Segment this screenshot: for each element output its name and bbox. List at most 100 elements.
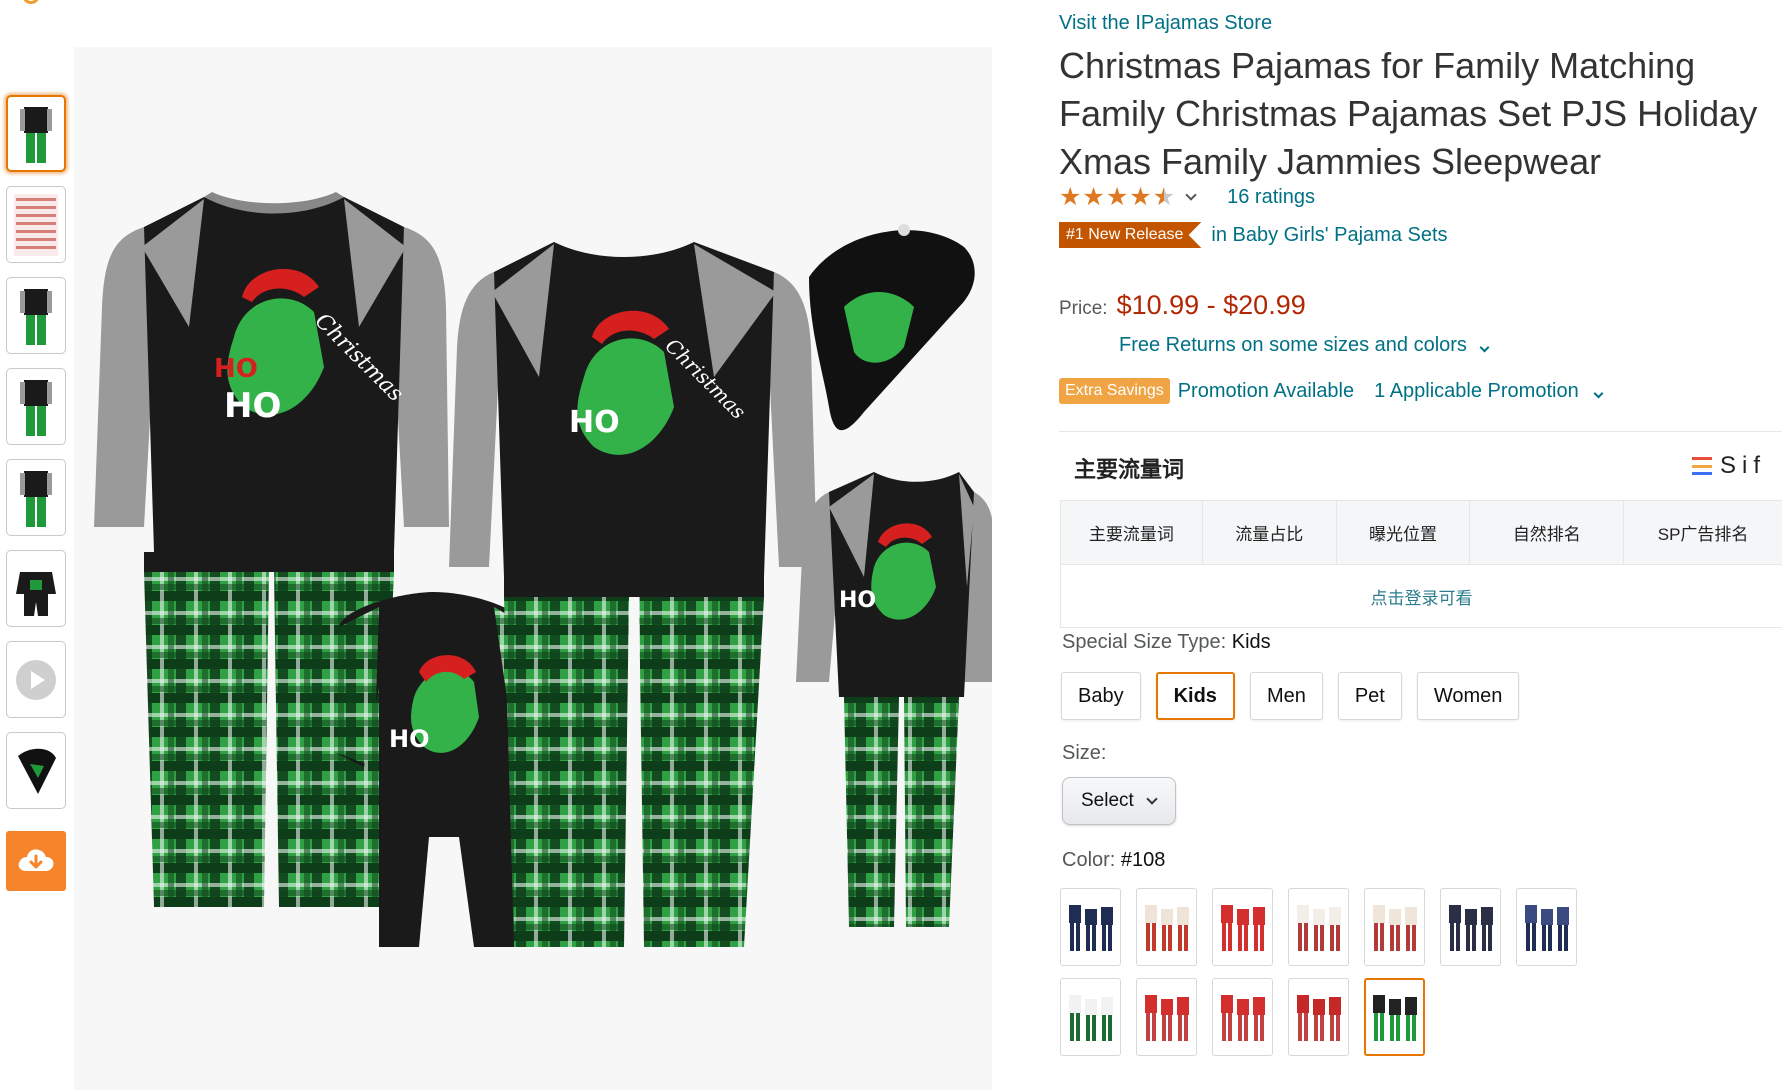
site-logo-fragment — [22, 0, 40, 4]
size-type-men-button[interactable]: Men — [1249, 672, 1323, 720]
color-swatch[interactable] — [1516, 888, 1577, 966]
family-pajama-photo: HO HO Christmas HO HO Christmas HO — [94, 192, 992, 947]
rating-row: ★ ★ ★ ★ ★ 16 ratings — [1059, 182, 1315, 212]
applicable-promotion-link[interactable]: 1 Applicable Promotion — [1374, 380, 1612, 403]
size-type-baby-button[interactable]: Baby — [1061, 672, 1141, 720]
chevron-down-icon — [1146, 792, 1158, 805]
color-swatch[interactable] — [1212, 978, 1273, 1056]
swatch-image — [1068, 995, 1113, 1041]
applicable-promotion-label: 1 Applicable Promotion — [1374, 379, 1579, 402]
swatch-image — [1068, 905, 1113, 951]
thumbnail-adult-front[interactable] — [6, 277, 66, 354]
swatch-image — [1144, 995, 1189, 1041]
pet-bandana — [809, 224, 975, 431]
free-returns-label: Free Returns on some sizes and colors — [1119, 334, 1467, 356]
best-seller-row: #1 New Release in Baby Girls' Pajama Set… — [1059, 222, 1448, 248]
size-type-pet-button[interactable]: Pet — [1337, 672, 1402, 720]
keyword-widget-title: 主要流量词 — [1074, 457, 1185, 482]
color-swatch[interactable] — [1288, 978, 1349, 1056]
size-dropdown[interactable]: Select — [1062, 777, 1176, 825]
svg-text:HO: HO — [224, 386, 281, 426]
thumbnail-image — [18, 748, 56, 794]
color-swatch[interactable] — [1440, 888, 1501, 966]
swatch-image — [1524, 905, 1569, 951]
star-icon: ★ — [1105, 182, 1129, 211]
color-swatch[interactable] — [1136, 978, 1197, 1056]
special-size-type-label: Special Size Type: Kids — [1062, 631, 1271, 654]
chevron-down-icon — [1479, 342, 1490, 353]
swatch-image — [1296, 995, 1341, 1041]
main-product-image[interactable]: HO HO Christmas HO HO Christmas HO — [74, 47, 992, 1090]
svg-text:HO: HO — [839, 588, 876, 613]
color-swatch[interactable] — [1288, 888, 1349, 966]
size-type-women-button[interactable]: Women — [1416, 672, 1520, 720]
cloud-download-icon — [18, 849, 54, 871]
column-header[interactable]: 曝光位置 — [1337, 501, 1471, 564]
thumbnail-baby-romper[interactable] — [6, 550, 66, 627]
column-header[interactable]: 主要流量词 — [1061, 501, 1203, 564]
half-star-icon: ★ — [1152, 182, 1176, 211]
star-icon: ★ — [1082, 182, 1105, 211]
new-release-badge[interactable]: #1 New Release — [1059, 222, 1202, 248]
menu-icon — [1692, 457, 1712, 475]
star-icon: ★ — [1059, 182, 1082, 211]
thumbnail-image — [20, 470, 52, 527]
size-dropdown-value: Select — [1081, 790, 1134, 811]
login-to-view-link[interactable]: 点击登录可看 — [1061, 565, 1782, 627]
thumbnail-adult-side[interactable] — [6, 368, 66, 445]
size-type-options: Baby Kids Men Pet Women — [1061, 672, 1520, 720]
chevron-down-icon — [1593, 388, 1604, 398]
color-swatch[interactable] — [1212, 888, 1273, 966]
swatch-image — [1144, 905, 1189, 951]
color-swatch[interactable] — [1364, 888, 1425, 966]
color-swatch[interactable] — [1060, 978, 1121, 1056]
sif-brand[interactable]: Sif — [1692, 452, 1766, 480]
color-swatch[interactable] — [1136, 888, 1197, 966]
price-label: Price: — [1059, 298, 1108, 319]
thumbnail-rail — [6, 95, 66, 823]
keyword-table: 主要流量词 流量占比 曝光位置 自然排名 SP广告排名 点击登录可看 — [1060, 500, 1782, 628]
product-title: Christmas Pajamas for Family Matching Fa… — [1059, 45, 1758, 182]
color-swatch[interactable] — [1060, 888, 1121, 966]
swatch-image — [1372, 905, 1417, 951]
thumbnail-image — [20, 106, 52, 163]
swatch-image — [1220, 905, 1265, 951]
free-returns-link[interactable]: Free Returns on some sizes and colors — [1119, 334, 1498, 357]
special-size-type-caption: Special Size Type: — [1062, 631, 1227, 653]
price-row: Price: $10.99 - $20.99 — [1059, 290, 1306, 321]
size-label: Size: — [1062, 742, 1107, 764]
extra-savings-badge: Extra Savings — [1059, 378, 1170, 404]
thumbnail-image — [16, 571, 56, 616]
thumbnail-family-green-plaid[interactable] — [6, 95, 66, 172]
download-cloud-button[interactable] — [6, 831, 66, 891]
ratings-count-link[interactable]: 16 ratings — [1227, 186, 1315, 209]
chevron-down-icon[interactable] — [1185, 189, 1197, 201]
thumbnail-image — [20, 379, 52, 436]
swatch-image — [1296, 905, 1341, 951]
promotion-row: Extra Savings Promotion Available 1 Appl… — [1059, 376, 1612, 406]
column-header[interactable]: 自然排名 — [1470, 501, 1625, 564]
svg-text:HO: HO — [214, 354, 258, 384]
star-rating[interactable]: ★ ★ ★ ★ ★ — [1059, 182, 1176, 211]
thumbnail-adult-back[interactable] — [6, 459, 66, 536]
color-swatches — [1060, 888, 1600, 1056]
kid-pajama-right: HO — [796, 472, 992, 927]
badge-category-link[interactable]: in Baby Girls' Pajama Sets — [1211, 224, 1447, 247]
thumbnail-image — [16, 659, 56, 700]
svg-text:HO: HO — [389, 725, 430, 753]
swatch-image — [1372, 995, 1417, 1041]
thumbnail-size-chart[interactable] — [6, 186, 66, 263]
thumbnail-pet-bandana[interactable] — [6, 732, 66, 809]
store-link[interactable]: Visit the IPajamas Store — [1059, 12, 1272, 35]
thumbnail-image — [14, 193, 58, 256]
column-header[interactable]: 流量占比 — [1203, 501, 1337, 564]
color-caption: Color: — [1062, 849, 1116, 871]
special-size-type-selected: Kids — [1231, 631, 1271, 653]
column-header[interactable]: SP广告排名 — [1624, 501, 1782, 564]
color-swatch[interactable] — [1364, 978, 1425, 1056]
size-type-kids-button[interactable]: Kids — [1155, 672, 1235, 720]
thumbnail-image — [20, 288, 52, 345]
thumbnail-video[interactable] — [6, 641, 66, 718]
promotion-available-text: Promotion Available — [1177, 379, 1355, 402]
sif-brand-label: Sif — [1720, 452, 1767, 479]
